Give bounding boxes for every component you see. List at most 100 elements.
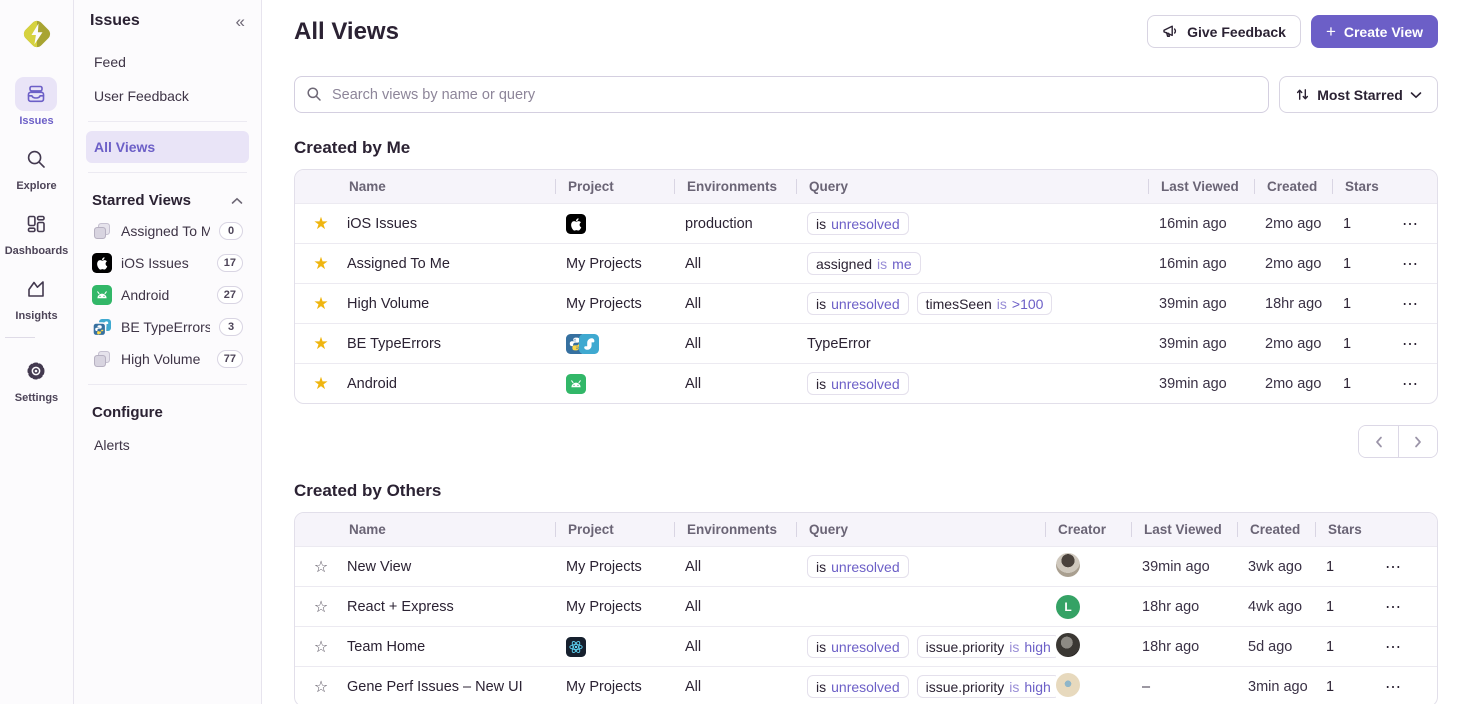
row-actions-menu-button[interactable]: ⋯ (1396, 372, 1425, 396)
sidebar-top-items: FeedUser Feedback (86, 46, 249, 112)
environments-label: production (685, 216, 753, 232)
explore-icon (25, 148, 47, 170)
column-header-environments: Environments (674, 513, 807, 546)
search-input[interactable] (294, 76, 1269, 113)
star-filled-icon[interactable]: ★ (313, 294, 328, 313)
configure-heading: Configure (92, 404, 163, 421)
created-time: 18hr ago (1265, 296, 1322, 312)
view-name-link[interactable]: Gene Perf Issues – New UI (347, 679, 523, 695)
project-icons (566, 374, 685, 394)
environments-label: All (685, 256, 701, 272)
star-count: 1 (1343, 216, 1351, 232)
starred-view-high-volume[interactable]: High Volume77 (86, 343, 249, 375)
rail-item-label: Issues (19, 115, 53, 127)
row-actions-menu-button[interactable]: ⋯ (1379, 635, 1408, 659)
plus-icon: + (1326, 23, 1336, 40)
starred-view-android[interactable]: Android27 (86, 279, 249, 311)
row-actions-menu-button[interactable]: ⋯ (1396, 252, 1425, 276)
megaphone-icon (1162, 23, 1179, 40)
view-name-link[interactable]: New View (347, 559, 411, 575)
query-filter-chip: isunresolved (807, 555, 909, 578)
starred-view-assigned-to-me[interactable]: Assigned To Me0 (86, 215, 249, 247)
project-stack-icon (92, 349, 112, 369)
sort-dropdown[interactable]: Most Starred (1279, 76, 1438, 113)
rail-item-settings[interactable]: Settings (5, 354, 69, 404)
view-name-link[interactable]: iOS Issues (347, 216, 417, 232)
star-filled-icon[interactable]: ★ (313, 214, 328, 233)
insights-icon (25, 278, 47, 300)
column-header-created: Created (1237, 513, 1326, 546)
rail-item-dashboards[interactable]: Dashboards (5, 207, 69, 257)
rail-item-explore[interactable]: Explore (5, 142, 69, 192)
issue-count-badge: 3 (219, 318, 243, 336)
star-filled-icon[interactable]: ★ (313, 374, 328, 393)
query-filter-chip: issue.priorityishigh (917, 635, 1056, 658)
view-name-link[interactable]: Assigned To Me (347, 256, 450, 272)
star-filled-icon[interactable]: ★ (313, 334, 328, 353)
view-name-link[interactable]: Team Home (347, 639, 425, 655)
rail-item-issues[interactable]: Issues (5, 77, 69, 127)
star-outline-icon[interactable]: ☆ (314, 599, 328, 616)
give-feedback-button[interactable]: Give Feedback (1147, 15, 1301, 48)
view-name-link[interactable]: BE TypeErrors (347, 336, 441, 352)
query-tokens: isunresolved (807, 212, 1159, 235)
sidebar-item-user-feedback[interactable]: User Feedback (86, 80, 249, 112)
collapse-panel-icon[interactable]: « (236, 13, 245, 30)
environments-label: All (685, 679, 701, 695)
row-actions-menu-button[interactable]: ⋯ (1396, 332, 1425, 356)
sidebar-item-all-views[interactable]: All Views (86, 131, 249, 163)
row-actions-menu-button[interactable]: ⋯ (1396, 292, 1425, 316)
row-actions-menu-button[interactable]: ⋯ (1379, 595, 1408, 619)
view-name-link[interactable]: High Volume (347, 296, 429, 312)
sidebar-item-feed[interactable]: Feed (86, 46, 249, 78)
rail-item-label: Settings (15, 392, 58, 404)
star-filled-icon[interactable]: ★ (313, 254, 328, 273)
table-row: ★AndroidAllisunresolved39min ago2mo ago1… (295, 363, 1437, 403)
last-viewed-time: 16min ago (1159, 216, 1227, 232)
query-filter-chip: isunresolved (807, 292, 909, 315)
last-viewed-time: – (1142, 679, 1150, 695)
query-tokens: isunresolvedissue.priorityishigh (807, 635, 1056, 658)
configure-list: Alerts (86, 429, 249, 461)
row-actions-menu-button[interactable]: ⋯ (1379, 675, 1408, 699)
android-icon (92, 285, 112, 305)
star-count: 1 (1343, 296, 1351, 312)
previous-page-button[interactable] (1359, 426, 1398, 457)
starred-view-ios-issues[interactable]: iOS Issues17 (86, 247, 249, 279)
starred-view-be-typeerrors[interactable]: BE TypeErrors3 (86, 311, 249, 343)
column-header-empty (1379, 513, 1438, 546)
rail-nav: Issues Explore Dashboards Insights Settings (0, 0, 74, 704)
next-page-button[interactable] (1398, 426, 1437, 457)
android-icon (566, 374, 586, 394)
sentry-logo-icon[interactable] (16, 13, 58, 55)
sidebar-item-alerts[interactable]: Alerts (86, 429, 249, 461)
column-header-environments: Environments (674, 170, 807, 203)
last-viewed-time: 16min ago (1159, 256, 1227, 272)
created-time: 2mo ago (1265, 376, 1321, 392)
view-name-link[interactable]: React + Express (347, 599, 454, 615)
query-filter-chip: issue.priorityishigh (917, 675, 1056, 698)
query-tokens: isunresolvedissue.priorityishigh (807, 675, 1056, 698)
rail-item-insights[interactable]: Insights (5, 272, 69, 322)
app-window: IssuesExploreDashboardsInsightsSettings … (0, 0, 1471, 704)
star-outline-icon[interactable]: ☆ (314, 679, 328, 696)
starred-view-label: High Volume (121, 351, 208, 367)
starred-view-label: iOS Issues (121, 255, 208, 271)
environments-label: All (685, 376, 701, 392)
project-label: My Projects (566, 559, 642, 575)
create-view-button[interactable]: + Create View (1311, 15, 1438, 48)
query-tokens: TypeError (807, 336, 1159, 352)
pagination (294, 425, 1438, 458)
project-icons (566, 214, 685, 234)
created-time: 3wk ago (1248, 559, 1302, 575)
row-actions-menu-button[interactable]: ⋯ (1396, 212, 1425, 236)
rail-item-label: Explore (16, 180, 56, 192)
star-outline-icon[interactable]: ☆ (314, 639, 328, 656)
view-name-link[interactable]: Android (347, 376, 397, 392)
row-actions-menu-button[interactable]: ⋯ (1379, 555, 1408, 579)
star-outline-icon[interactable]: ☆ (314, 559, 328, 576)
chevron-up-icon[interactable] (231, 197, 243, 205)
divider (88, 121, 247, 122)
apple-icon (92, 253, 112, 273)
settings-icon (25, 360, 47, 382)
